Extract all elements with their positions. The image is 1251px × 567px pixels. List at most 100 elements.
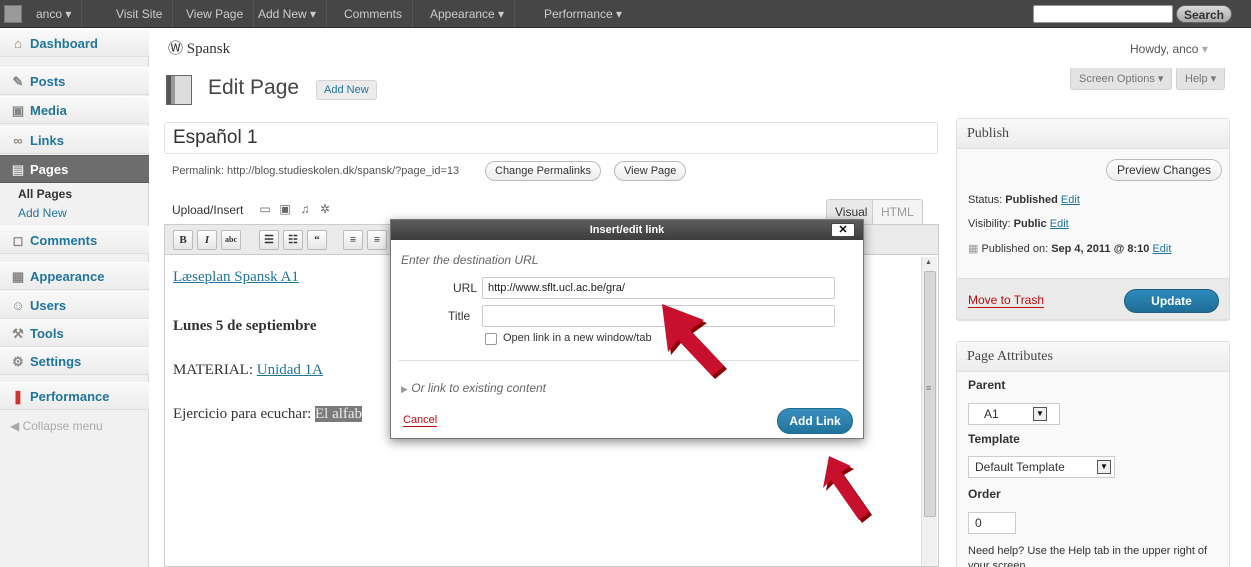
video-upload-icon[interactable]: ▣ [278, 202, 292, 216]
screen-options-label: Screen Options [1079, 73, 1155, 85]
adminbar-add-new[interactable]: Add New ▾ [248, 0, 328, 28]
menu-pages[interactable]: ▤ Pages [0, 155, 149, 183]
menu-tools[interactable]: ⚒ Tools [0, 319, 149, 347]
menu-media[interactable]: ▣ Media [0, 96, 149, 124]
update-button[interactable]: Update [1124, 289, 1219, 313]
image-upload-icon[interactable]: ▭ [258, 202, 272, 216]
add-link-button[interactable]: Add Link [777, 408, 853, 434]
align-left-button[interactable]: ≡ [343, 230, 363, 250]
url-input[interactable]: http://www.sflt.ucl.ac.be/gra/ [482, 277, 835, 299]
menu-comments[interactable]: ◻ Comments [0, 226, 149, 254]
cancel-link[interactable]: Cancel [403, 414, 438, 427]
publish-heading[interactable]: Publish [957, 119, 1229, 149]
status-edit-link[interactable]: Edit [1061, 194, 1080, 206]
editor-scroll-thumb[interactable] [924, 271, 936, 517]
dialog-hint: Enter the destination URL [401, 253, 539, 267]
template-value: Default Template [975, 460, 1065, 474]
admin-menu: ⌂ Dashboard ✎ Posts ▣ Media ∞ Links ▤ Pages A… [0, 29, 149, 567]
menu-performance[interactable]: ❚ Performance [0, 382, 149, 410]
submenu-add-new[interactable]: Add New [18, 206, 67, 220]
move-to-trash-link[interactable]: Move to Trash [968, 293, 1045, 308]
howdy-label: Howdy, anco [1130, 42, 1199, 56]
strikethrough-button[interactable]: abc [221, 230, 241, 250]
tools-icon: ⚒ [12, 326, 24, 341]
menu-appearance[interactable]: ▦ Appearance [0, 262, 149, 290]
content-link-unidad[interactable]: Unidad 1A [257, 362, 323, 378]
screen-options-tab[interactable]: Screen Options ▾ [1070, 68, 1173, 90]
post-title-input[interactable]: Español 1 [164, 122, 938, 154]
menu-users[interactable]: ☺ Users [0, 291, 149, 319]
content-link-laeseplan[interactable]: Læseplan Spansk A1 [173, 269, 299, 285]
menu-links[interactable]: ∞ Links [0, 126, 149, 154]
adminbar-performance-label: Performance [544, 7, 613, 21]
help-label: Help [1185, 73, 1208, 85]
bold-button[interactable]: B [173, 230, 193, 250]
content-material-prefix: MATERIAL: [173, 362, 257, 378]
add-new-page-button[interactable]: Add New [316, 80, 377, 100]
existing-content-toggle[interactable]: ▶ Or link to existing content [401, 381, 546, 395]
new-tab-checkbox[interactable] [485, 333, 497, 345]
visibility-value: Public [1013, 218, 1047, 230]
menu-comments-label: Comments [30, 233, 98, 248]
page-title: Edit Page [208, 76, 300, 99]
upload-insert-label: Upload/Insert [172, 203, 244, 217]
collapse-menu[interactable]: ◀ Collapse menu [10, 419, 103, 433]
menu-posts[interactable]: ✎ Posts [0, 67, 149, 95]
home-icon: ⌂ [14, 36, 22, 51]
blockquote-button[interactable]: “ [307, 230, 327, 250]
grip-icon: ≡ [926, 383, 932, 393]
triangle-right-icon: ▶ [401, 384, 408, 394]
media-upload-icon[interactable]: ✲ [318, 202, 332, 216]
adminbar-comments[interactable]: Comments [334, 0, 414, 28]
menu-settings[interactable]: ⚙ Settings [0, 347, 149, 375]
users-icon: ☺ [11, 298, 25, 313]
editor-scrollbar[interactable]: ▲ ≡ [921, 257, 937, 566]
adminbar-appearance-label: Appearance [430, 7, 495, 21]
bullet-list-button[interactable]: ☰ [259, 230, 279, 250]
visibility-row: Visibility: Public Edit [968, 218, 1069, 230]
order-input[interactable]: 0 [968, 512, 1016, 534]
parent-value: A1 [984, 407, 999, 421]
change-permalinks-button[interactable]: Change Permalinks [485, 161, 601, 181]
adminbar-user-menu[interactable]: anco ▾ [26, 0, 83, 28]
close-icon[interactable]: ✕ [831, 223, 855, 237]
adminbar-appearance[interactable]: Appearance ▾ [420, 0, 516, 28]
view-page-button[interactable]: View Page [614, 161, 687, 181]
italic-button[interactable]: I [197, 230, 217, 250]
status-value: Published [1005, 194, 1058, 206]
adminbar-view-page[interactable]: View Page [176, 0, 255, 28]
avatar[interactable] [4, 5, 22, 23]
template-select[interactable]: Default Template ▼ [968, 456, 1115, 478]
tab-html[interactable]: HTML [872, 199, 923, 224]
new-tab-label[interactable]: Open link in a new window/tab [503, 332, 652, 344]
adminbar-search-button[interactable]: Search [1176, 5, 1232, 23]
calendar-icon: ▦ [968, 243, 979, 255]
menu-dashboard[interactable]: ⌂ Dashboard [0, 29, 149, 57]
submenu-all-pages[interactable]: All Pages [18, 187, 72, 201]
howdy-user[interactable]: Howdy, anco ▾ [1130, 42, 1208, 56]
site-title[interactable]: Ⓦ Spansk [168, 37, 230, 58]
page-attributes-heading[interactable]: Page Attributes [957, 342, 1229, 372]
scroll-up-icon[interactable]: ▲ [925, 259, 932, 266]
menu-settings-label: Settings [30, 354, 82, 369]
align-center-button[interactable]: ≡ [367, 230, 387, 250]
adminbar-add-new-label: Add New [258, 7, 307, 21]
dropdown-arrow-icon: ▼ [1097, 460, 1111, 474]
visibility-edit-link[interactable]: Edit [1050, 218, 1069, 230]
parent-select[interactable]: A1 ▼ [968, 403, 1060, 425]
adminbar-visit-site[interactable]: Visit Site [106, 0, 174, 28]
adminbar-search-input[interactable] [1033, 5, 1173, 23]
status-row: Status: Published Edit [968, 194, 1080, 206]
adminbar-performance[interactable]: Performance ▾ [534, 0, 632, 28]
content-exercise-line: Ejercicio para ecuchar: El alfab [173, 406, 363, 423]
audio-upload-icon[interactable]: ♫ [298, 202, 312, 216]
status-label: Status: [968, 194, 1006, 206]
help-tab[interactable]: Help ▾ [1176, 68, 1226, 90]
preview-changes-button[interactable]: Preview Changes [1106, 159, 1223, 181]
menu-tools-label: Tools [30, 326, 64, 341]
numbered-list-button[interactable]: ☷ [283, 230, 303, 250]
admin-bar: anco ▾ Visit Site View Page Add New ▾ Co… [0, 0, 1251, 28]
published-edit-link[interactable]: Edit [1152, 243, 1171, 255]
menu-performance-label: Performance [30, 389, 110, 404]
link-icon: ∞ [13, 133, 23, 148]
